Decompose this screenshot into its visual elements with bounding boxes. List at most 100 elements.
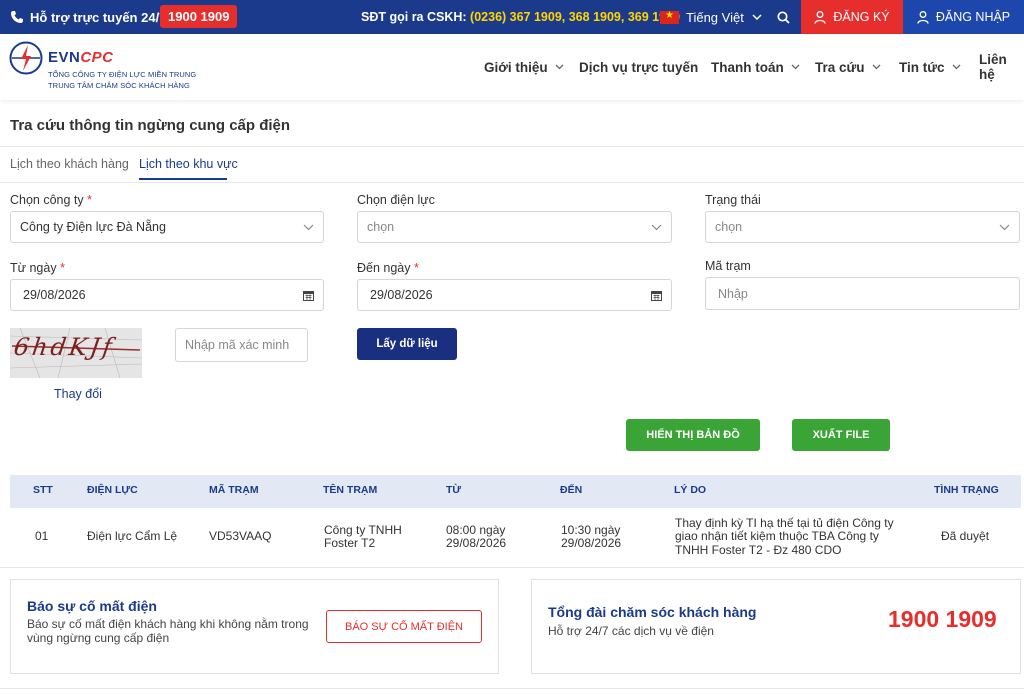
nav-label: Dịch vụ trực tuyến: [579, 59, 699, 75]
col-tinh-trang: TÌNH TRẠNG: [934, 484, 999, 496]
show-map-button[interactable]: HIỂN THỊ BẢN ĐỒ: [626, 419, 760, 451]
chevron-down-icon: [303, 224, 314, 231]
top-bar: Hỗ trợ trực tuyến 24/7: 1900 1909 SĐT gọ…: [0, 0, 1024, 34]
chevron-down-icon: [651, 224, 662, 231]
export-file-button[interactable]: XUẤT FILE: [792, 419, 890, 451]
nav-item-lien-he[interactable]: Liên hệ: [979, 34, 1024, 100]
status-select-placeholder: chọn: [715, 220, 743, 234]
page-title: Tra cứu thông tin ngừng cung cấp điện: [10, 117, 291, 134]
from-date-label: Từ ngày *: [10, 261, 65, 275]
chevron-down-icon: [791, 64, 800, 70]
to-date-label: Đến ngày *: [357, 261, 419, 275]
tab-lich-theo-khach-hang[interactable]: Lịch theo khách hàng: [10, 157, 129, 171]
col-ly-do: LÝ DO: [674, 484, 707, 496]
cskh-label: SĐT gọi ra CSKH:: [361, 10, 467, 24]
search-button[interactable]: [768, 0, 798, 34]
chevron-down-icon: [999, 224, 1010, 231]
to-date-input[interactable]: 29/08/2026: [357, 279, 672, 311]
fetch-data-button[interactable]: Lấy dữ liệu: [357, 328, 457, 360]
captcha-input[interactable]: Nhập mã xác minh: [175, 328, 308, 362]
register-label: ĐĂNG KÝ: [833, 10, 890, 24]
hotline-card-desc: Hỗ trợ 24/7 các dịch vụ về điện: [548, 624, 714, 638]
site-header: EVNCPC TỔNG CÔNG TY ĐIỆN LỰC MIỀN TRUNG …: [0, 34, 1024, 100]
cell-ly-do-line2: giao nhận tiết kiệm thuộc TBA Công ty: [675, 529, 879, 543]
report-outage-button[interactable]: BÁO SỰ CỐ MẤT ĐIỆN: [326, 610, 482, 643]
divider: [0, 146, 1024, 147]
col-stt: STT: [33, 484, 53, 496]
cell-ly-do-line3: TNHH Foster T2 - Đz 480 CDO: [675, 543, 842, 557]
logo-subtitle-1: TỔNG CÔNG TY ĐIỆN LỰC MIỀN TRUNG: [48, 70, 197, 79]
required-mark: *: [87, 193, 93, 207]
district-label: Chọn điện lực: [357, 193, 435, 207]
hotline-phone[interactable]: 1900 1909: [888, 606, 997, 633]
nav-label: Thanh toán: [711, 59, 784, 75]
search-icon: [776, 10, 790, 24]
chevron-down-icon: [872, 64, 881, 70]
from-date-label-text: Từ ngày: [10, 261, 57, 275]
register-button[interactable]: ĐĂNG KÝ: [801, 0, 903, 34]
cell-den-line2: 29/08/2026: [561, 536, 622, 550]
district-select-placeholder: chọn: [367, 220, 395, 234]
user-icon: [814, 10, 827, 24]
station-code-label: Mã trạm: [705, 259, 751, 273]
footer-divider: [0, 688, 1024, 689]
cell-ma-tram: VD53VAAQ: [209, 529, 272, 543]
table-row-divider: [0, 567, 1024, 568]
vietnam-flag-icon: [660, 10, 679, 24]
status-select[interactable]: chọn: [705, 211, 1020, 243]
report-outage-desc-1: Báo sự cố mất điện khách hàng khi không …: [27, 617, 309, 631]
col-den: ĐẾN: [560, 484, 583, 496]
cell-ten-tram-line2: Foster T2: [324, 536, 376, 550]
support-label: Hỗ trợ trực tuyến 24/7:: [30, 9, 171, 25]
cell-stt: 01: [35, 529, 49, 543]
nav-item-tin-tuc[interactable]: Tin tức: [899, 34, 961, 100]
chevron-down-icon: [752, 14, 762, 20]
captcha-input-placeholder: Nhập mã xác minh: [185, 338, 290, 352]
logo-subtitle-2: TRUNG TÂM CHĂM SÓC KHÁCH HÀNG: [48, 81, 190, 90]
language-selector[interactable]: Tiếng Việt: [660, 0, 762, 34]
station-code-placeholder: Nhập: [718, 286, 748, 301]
support-info: Hỗ trợ trực tuyến 24/7:: [10, 0, 171, 34]
report-outage-title: Báo sự cố mất điện: [27, 598, 157, 614]
col-tu: TỪ: [446, 484, 462, 496]
logo-evn: EVN: [48, 49, 81, 66]
nav-item-thanh-toan[interactable]: Thanh toán: [711, 34, 800, 100]
col-ma-tram: MÃ TRẠM: [209, 484, 259, 496]
cskh-numbers: (0236) 367 1909, 368 1909, 369 1909: [470, 10, 680, 24]
login-label: ĐĂNG NHẬP: [935, 10, 1011, 24]
calendar-icon[interactable]: [303, 290, 314, 301]
nav-item-dich-vu[interactable]: Dịch vụ trực tuyến: [579, 34, 698, 100]
nav-label: Tin tức: [899, 59, 945, 75]
divider: [0, 182, 1024, 183]
nav-item-gioi-thieu[interactable]: Giới thiệu: [484, 34, 564, 100]
district-select[interactable]: chọn: [357, 211, 672, 243]
login-button[interactable]: ĐĂNG NHẬP: [903, 0, 1024, 34]
user-icon: [917, 10, 929, 24]
tab-lich-theo-khu-vuc[interactable]: Lịch theo khu vực: [139, 157, 238, 171]
report-outage-desc-2: vùng ngừng cung cấp điện: [27, 631, 170, 645]
active-tab-indicator: [139, 178, 227, 180]
nav-item-tra-cuu[interactable]: Tra cứu: [815, 34, 881, 100]
nav-label: Giới thiệu: [484, 59, 548, 75]
change-captcha-link[interactable]: Thay đổi: [54, 387, 102, 401]
from-date-value: 29/08/2026: [23, 288, 86, 302]
company-select[interactable]: Công ty Điện lực Đà Nẵng: [10, 211, 324, 243]
captcha-image: 6hdKJf: [10, 328, 142, 378]
col-ten-tram: TÊN TRẠM: [323, 484, 378, 496]
cell-dien-luc: Điện lực Cẩm Lệ: [87, 529, 178, 543]
from-date-input[interactable]: 29/08/2026: [10, 279, 324, 311]
to-date-value: 29/08/2026: [370, 288, 433, 302]
captcha-text: 6hdKJf: [12, 333, 117, 361]
hotline-badge[interactable]: 1900 1909: [160, 5, 238, 28]
company-label-text: Chọn công ty: [10, 193, 84, 207]
cell-tu-line2: 29/08/2026: [446, 536, 507, 550]
calendar-icon[interactable]: [651, 290, 662, 301]
required-mark: *: [414, 261, 419, 275]
logo-text[interactable]: EVNCPC: [48, 49, 114, 66]
hotline-card-title: Tổng đài chăm sóc khách hàng: [548, 604, 757, 620]
station-code-input[interactable]: Nhập: [705, 277, 1020, 310]
company-label: Chọn công ty *: [10, 193, 92, 207]
company-select-value: Công ty Điện lực Đà Nẵng: [20, 220, 166, 234]
evn-logo-icon[interactable]: [9, 41, 43, 75]
logo-cpc: CPC: [80, 49, 114, 66]
